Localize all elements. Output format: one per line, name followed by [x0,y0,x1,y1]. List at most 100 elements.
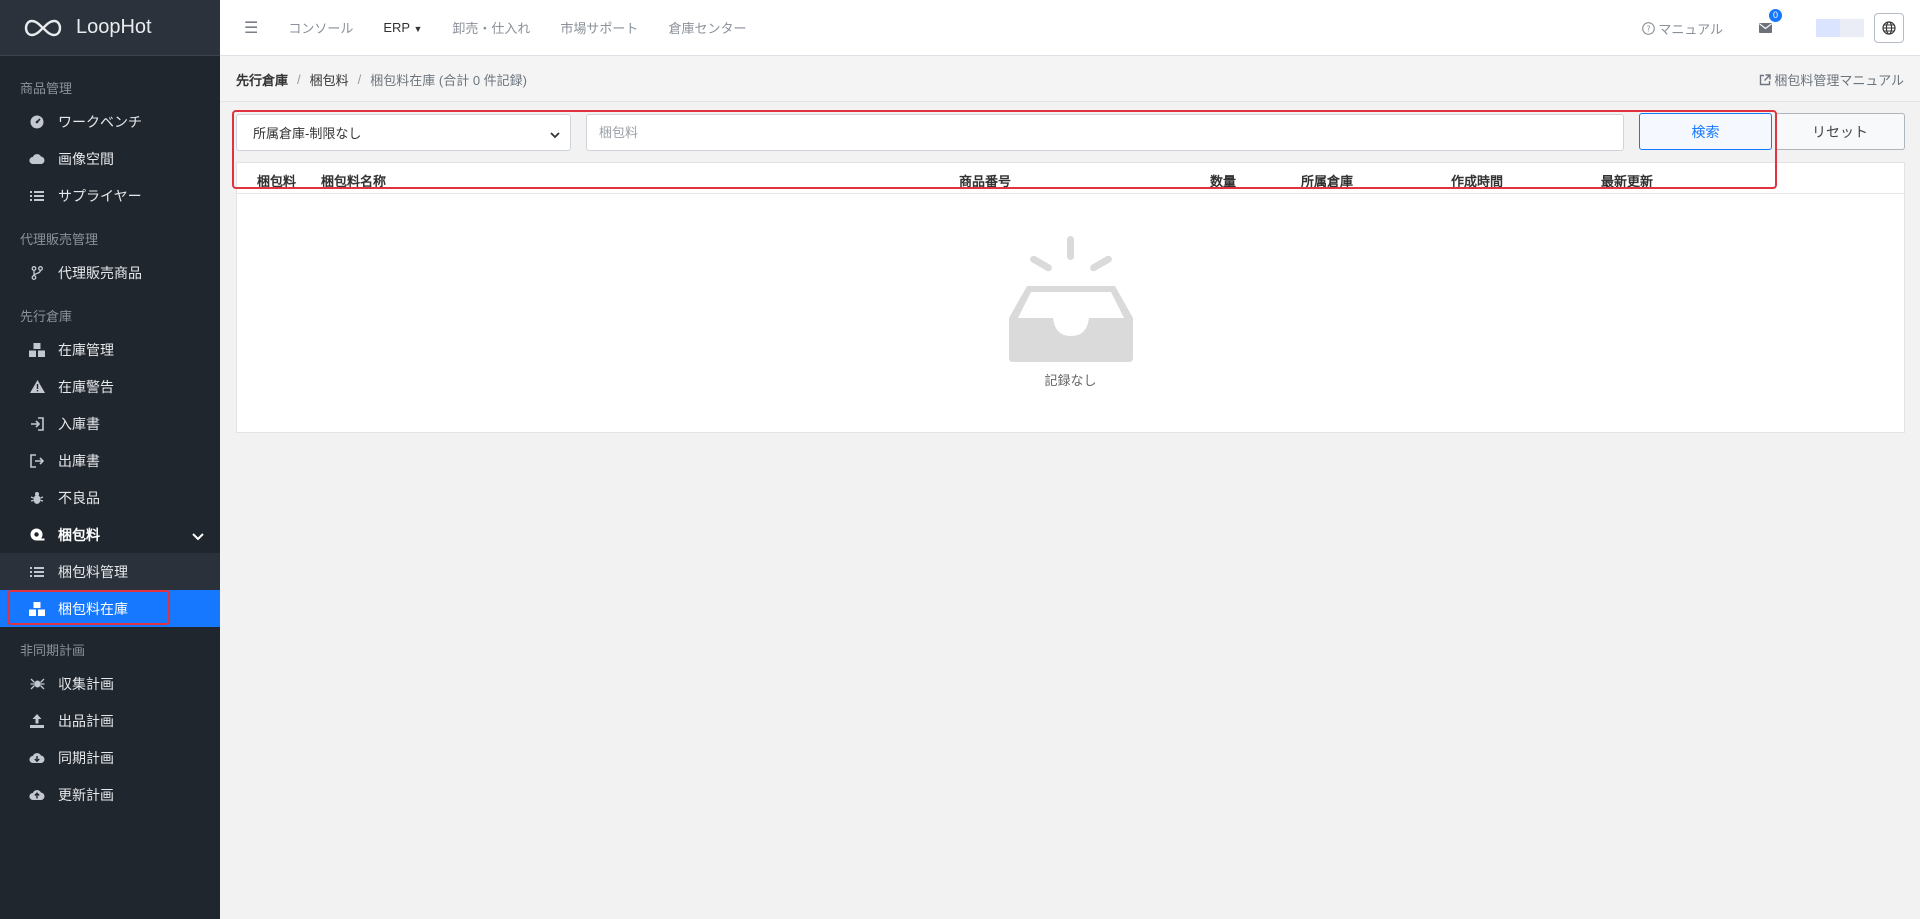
dashboard-icon [29,114,45,130]
column-header-warehouse[interactable]: 所属倉庫 [1301,171,1353,190]
packaging-submenu: 梱包料管理 梱包料在庫 [0,553,220,627]
sidebar: LoopHot 商品管理 ワークベンチ 画像空間 サプライヤー 代理販売管理 代… [0,0,220,919]
brand-name: LoopHot [76,16,152,38]
nav-header-warehouse: 先行倉庫 [20,309,73,324]
nav-wholesale[interactable]: 卸売・仕入れ [452,18,530,37]
external-link-icon [1760,73,1772,85]
cloud-download-icon [29,750,45,766]
search-button[interactable]: 検索 [1639,113,1772,150]
globe-icon [1882,21,1896,35]
empty-inbox-icon [1008,236,1133,362]
column-header-packaging-name[interactable]: 梱包料名称 [321,171,386,190]
sidebar-item-collect-plan[interactable]: 収集計画 [0,665,220,702]
reset-button[interactable]: リセット [1775,113,1905,150]
sidebar-item-label: 出品計画 [58,712,114,729]
sidebar-item-label: 代理販売商品 [58,264,142,281]
sign-in-icon [29,416,45,432]
breadcrumb-item-warehouse[interactable]: 先行倉庫 [236,70,288,89]
breadcrumb-separator: / [357,71,362,87]
cloud-icon [29,151,45,167]
breadcrumb-current: 梱包料在庫 (合計 0 件記録) [370,72,528,88]
column-header-product-number[interactable]: 商品番号 [959,171,1011,190]
sidebar-item-label: 更新計画 [58,786,114,803]
chevron-down-icon [192,528,204,544]
sidebar-item-consignment-product[interactable]: 代理販売商品 [0,254,220,291]
sidebar-item-listing-plan[interactable]: 出品計画 [0,702,220,739]
nav-market-support[interactable]: 市場サポート [560,18,638,37]
packaging-stock-table: 梱包料 梱包料名称 商品番号 数量 所属倉庫 作成時間 最新更新 記録なし [236,162,1905,433]
chevron-down-icon [550,127,560,142]
sidebar-item-supplier[interactable]: サプライヤー [0,177,220,214]
packaging-manual-link[interactable]: 梱包料管理マニュアル [1759,57,1904,102]
warehouse-select[interactable]: 所属倉庫-制限なし [236,114,571,151]
sign-out-icon [29,453,45,469]
caret-down-icon: ▼ [413,24,423,34]
envelope-icon [1759,23,1772,33]
sidebar-item-label: 在庫警告 [58,378,114,395]
sidebar-item-label: 出庫書 [58,452,100,469]
column-header-created-time[interactable]: 作成時間 [1451,171,1503,190]
sidebar-item-label: ワークベンチ [58,113,142,130]
infinity-logo-icon [24,19,62,36]
svg-text:?: ? [1647,24,1651,33]
cloud-upload-icon [29,787,45,803]
sidebar-item-label: 入庫書 [58,415,100,432]
sidebar-item-inbound[interactable]: 入庫書 [0,405,220,442]
sidebar-item-label: 梱包料 [58,526,100,543]
sidebar-item-outbound[interactable]: 出庫書 [0,442,220,479]
language-button[interactable] [1874,13,1904,43]
sidebar-item-label: 不良品 [58,489,100,506]
breadcrumb: 先行倉庫 / 梱包料 / 梱包料在庫 (合計 0 件記録) 梱包料管理マニュアル [220,57,1920,102]
column-header-last-updated[interactable]: 最新更新 [1601,171,1653,190]
nav-erp[interactable]: ERP ▼ [383,20,422,35]
topbar: ☰ コンソール ERP ▼ 卸売・仕入れ 市場サポート 倉庫センター ? マニュ… [220,0,1920,56]
warning-icon [29,379,45,395]
empty-state: 記録なし [237,236,1904,389]
menu-toggle-icon[interactable]: ☰ [244,18,258,38]
sidebar-item-label: 画像空間 [58,150,114,167]
breadcrumb-separator: / [297,71,301,87]
list-icon [29,188,45,204]
packaging-manual-label: 梱包料管理マニュアル [1774,73,1904,88]
list-icon [29,564,45,580]
manual-link[interactable]: ? マニュアル [1642,19,1723,38]
sidebar-item-label: 梱包料管理 [58,563,128,580]
boxes-icon [29,601,45,617]
brand[interactable]: LoopHot [0,0,220,56]
sidebar-item-label: 在庫管理 [58,341,114,358]
nav-header-consignment: 代理販売管理 [20,232,99,247]
sidebar-item-workbench[interactable]: ワークベンチ [0,103,220,140]
bug-icon [29,490,45,506]
branch-icon [29,265,45,281]
sidebar-item-packaging-stock[interactable]: 梱包料在庫 [0,590,220,627]
packaging-search-input[interactable] [586,114,1624,151]
nav-header-product: 商品管理 [20,81,73,96]
sidebar-item-label: 梱包料在庫 [58,600,128,617]
sidebar-item-label: 収集計画 [58,675,114,692]
sidebar-item-packaging[interactable]: 梱包料 [0,516,220,553]
sidebar-item-stock-warning[interactable]: 在庫警告 [0,368,220,405]
spider-icon [29,676,45,692]
nav-header-async: 非同期計画 [20,643,86,658]
upload-icon [29,713,45,729]
sidebar-item-update-plan[interactable]: 更新計画 [0,776,220,813]
nav-erp-label: ERP [383,20,410,35]
tape-icon [29,527,45,543]
sidebar-item-stock-management[interactable]: 在庫管理 [0,331,220,368]
column-header-packaging[interactable]: 梱包料 [257,171,296,190]
sidebar-item-sync-plan[interactable]: 同期計画 [0,739,220,776]
sidebar-item-label: サプライヤー [58,187,142,204]
sidebar-item-label: 同期計画 [58,749,114,766]
avatar[interactable] [1816,19,1864,37]
manual-link-label: マニュアル [1658,21,1723,37]
topbar-right: ? マニュアル 0 [1642,0,1904,56]
sidebar-item-image-space[interactable]: 画像空間 [0,140,220,177]
boxes-icon [29,342,45,358]
sidebar-item-packaging-management[interactable]: 梱包料管理 [0,553,220,590]
nav-warehouse-center[interactable]: 倉庫センター [668,18,746,37]
sidebar-item-defective[interactable]: 不良品 [0,479,220,516]
breadcrumb-item-packaging[interactable]: 梱包料 [310,70,349,89]
nav-console[interactable]: コンソール [288,18,353,37]
mail-button[interactable]: 0 [1759,9,1782,36]
column-header-quantity[interactable]: 数量 [1210,171,1236,190]
